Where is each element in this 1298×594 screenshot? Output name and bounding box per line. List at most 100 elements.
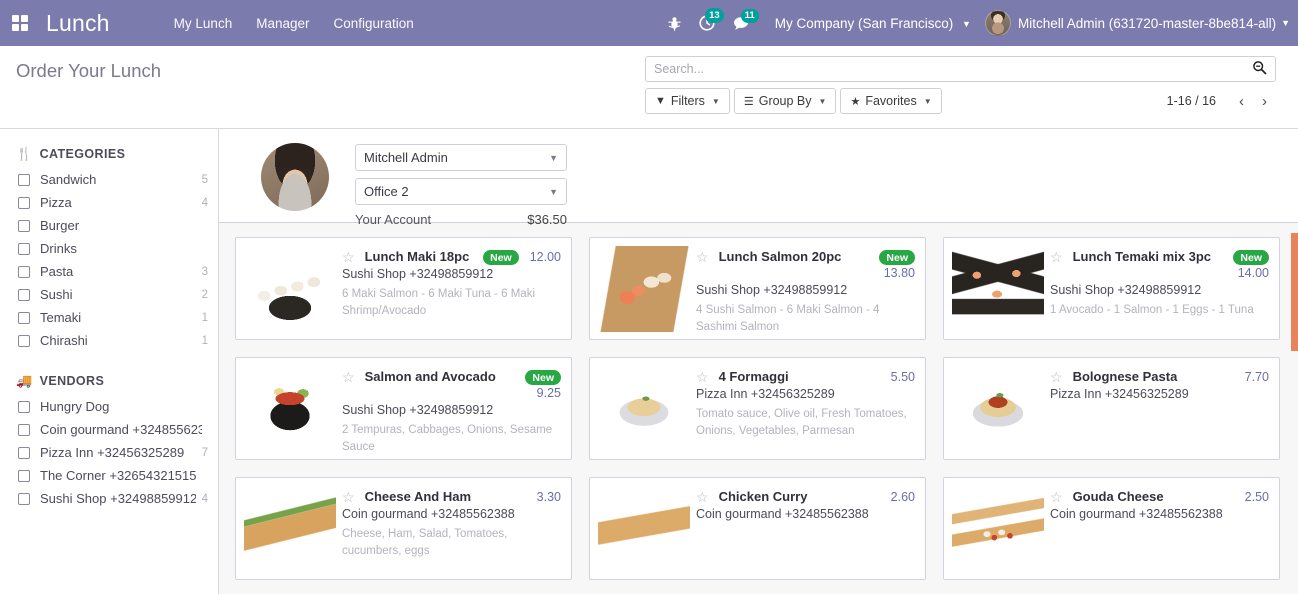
menu-item-my-lunch[interactable]: My Lunch — [162, 10, 245, 37]
product-title-row: ☆ Chicken Curry 2.60 — [696, 489, 915, 505]
product-name: Lunch Salmon 20pc — [718, 249, 842, 264]
favorite-star-icon[interactable]: ☆ — [1050, 369, 1063, 385]
company-name-label: My Company (San Francisco) — [774, 15, 954, 31]
favorite-star-icon[interactable]: ☆ — [342, 369, 355, 385]
sidebar-item-pasta[interactable]: Pasta 3 — [0, 260, 218, 283]
chevron-left-icon[interactable]: ‹ — [1230, 93, 1253, 110]
product-name: Cheese And Ham — [364, 489, 471, 504]
checkbox-icon[interactable] — [18, 492, 30, 505]
avatar — [261, 143, 329, 211]
activities-menu[interactable]: 13 — [690, 8, 724, 31]
sidebar-item-pizza[interactable]: Pizza 4 — [0, 191, 218, 214]
checkbox-icon[interactable] — [18, 242, 30, 255]
menu-item-configuration[interactable]: Configuration — [322, 10, 426, 37]
gouda-sandwich-photo — [952, 486, 1044, 572]
product-card-cheese-and-ham[interactable]: ☆ Cheese And Ham 3.30 Coin gourmand +324… — [235, 477, 572, 580]
search-input[interactable] — [654, 62, 1252, 76]
sidebar-item-label: Sandwich — [40, 172, 97, 187]
checkbox-icon[interactable] — [18, 196, 30, 209]
product-card-bolognese-pasta[interactable]: ☆ Bolognese Pasta 7.70 Pizza Inn +324563… — [943, 357, 1280, 460]
menu-item-manager[interactable]: Manager — [244, 10, 321, 37]
temaki-cones-photo — [952, 246, 1044, 332]
sidebar-item-count: 5 — [201, 173, 208, 186]
account-balance-value: $36.50 — [527, 212, 567, 227]
favorite-star-icon[interactable]: ☆ — [696, 249, 709, 265]
product-card-4-formaggi[interactable]: ☆ 4 Formaggi 5.50 Pizza Inn +32456325289… — [589, 357, 926, 460]
user-select[interactable]: Mitchell Admin ▼ — [355, 144, 567, 171]
checkbox-icon[interactable] — [18, 288, 30, 301]
checkbox-icon[interactable] — [18, 423, 30, 436]
product-card-lunch-salmon-20pc[interactable]: ☆ Lunch Salmon 20pc New 13.80 Sushi Shop… — [589, 237, 926, 340]
location-select-value: Office 2 — [364, 184, 409, 199]
checkbox-icon[interactable] — [18, 173, 30, 186]
checkbox-icon[interactable] — [18, 400, 30, 413]
user-menu[interactable]: Mitchell Admin (631720-master-8be814-all… — [981, 10, 1290, 36]
filters-button[interactable]: ▼ Filters ▼ — [645, 88, 730, 114]
groupby-button[interactable]: ☰ Group By ▼ — [733, 88, 837, 114]
pager-range: 1-16 / 16 — [1166, 94, 1216, 108]
navbar-right-tools: 13 11 My Company (San Francisco) ▼ Mitch… — [659, 8, 1298, 36]
product-name: Gouda Cheese — [1072, 489, 1164, 504]
checkbox-icon[interactable] — [18, 334, 30, 347]
sidebar-item-label: Pizza Inn +32456325289 — [40, 445, 185, 460]
sidebar-item-pizza-inn[interactable]: Pizza Inn +32456325289 7 — [0, 441, 218, 464]
search-icon[interactable] — [1252, 60, 1267, 78]
sidebar-item-burger[interactable]: Burger — [0, 214, 218, 237]
sidebar-item-sushi-shop[interactable]: Sushi Shop +32498859912 4 — [0, 487, 218, 510]
categories-title: CATEGORIES — [39, 147, 126, 161]
top-navbar: Lunch My Lunch Manager Configuration 13 — [0, 0, 1298, 46]
checkbox-icon[interactable] — [18, 219, 30, 232]
vertical-scrollbar[interactable] — [1291, 223, 1298, 594]
bug-icon[interactable] — [659, 16, 690, 31]
product-title-row: ☆ Lunch Maki 18pc New 12.00 — [342, 249, 561, 265]
product-description: Cheese, Ham, Salad, Tomatoes, cucumbers,… — [342, 528, 508, 557]
favorite-star-icon[interactable]: ☆ — [342, 249, 355, 265]
star-icon: ★ — [850, 95, 861, 108]
product-card-salmon-and-avocado[interactable]: ☆ Salmon and Avocado New 9.25 Sushi Shop… — [235, 357, 572, 460]
sidebar-item-temaki[interactable]: Temaki 1 — [0, 306, 218, 329]
groupby-label: Group By — [758, 94, 812, 108]
sidebar-item-sushi[interactable]: Sushi 2 — [0, 283, 218, 306]
favorites-button[interactable]: ★ Favorites ▼ — [840, 88, 942, 114]
sidebar-item-sandwich[interactable]: Sandwich 5 — [0, 168, 218, 191]
favorite-star-icon[interactable]: ☆ — [1050, 249, 1063, 265]
sidebar-item-the-corner[interactable]: The Corner +32654321515 — [0, 464, 218, 487]
product-row: ☆ Salmon and Avocado New 9.25 Sushi Shop… — [235, 357, 1280, 460]
favorite-star-icon[interactable]: ☆ — [1050, 489, 1063, 505]
chevron-right-icon[interactable]: › — [1253, 93, 1276, 110]
checkbox-icon[interactable] — [18, 469, 30, 482]
product-grid: ☆ Lunch Maki 18pc New 12.00 Sushi Shop +… — [219, 223, 1298, 594]
location-select[interactable]: Office 2 ▼ — [355, 178, 567, 205]
checkbox-icon[interactable] — [18, 311, 30, 324]
product-title-row: ☆ Lunch Salmon 20pc New 13.80 — [696, 249, 915, 281]
search-bar[interactable] — [645, 56, 1276, 82]
favorite-star-icon[interactable]: ☆ — [696, 489, 709, 505]
scrollbar-thumb[interactable] — [1291, 233, 1298, 351]
sidebar-item-coin-gourmand[interactable]: Coin gourmand +32485562388 — [0, 418, 218, 441]
product-title-row: ☆ Cheese And Ham 3.30 — [342, 489, 561, 505]
new-badge: New — [483, 250, 519, 265]
product-card-chicken-curry[interactable]: ☆ Chicken Curry 2.60 Coin gourmand +3248… — [589, 477, 926, 580]
company-switcher[interactable]: My Company (San Francisco) ▼ — [759, 16, 981, 31]
new-badge: New — [525, 370, 561, 385]
curry-sandwich-photo — [598, 486, 690, 572]
product-card-lunch-maki-18pc[interactable]: ☆ Lunch Maki 18pc New 12.00 Sushi Shop +… — [235, 237, 572, 340]
favorite-star-icon[interactable]: ☆ — [342, 489, 355, 505]
sidebar-section-categories: 🍴 CATEGORIES — [0, 143, 218, 168]
sidebar-item-chirashi[interactable]: Chirashi 1 — [0, 329, 218, 352]
apps-menu-button[interactable] — [0, 0, 40, 46]
sidebar-item-hungry-dog[interactable]: Hungry Dog — [0, 395, 218, 418]
product-card-lunch-temaki-mix-3pc[interactable]: ☆ Lunch Temaki mix 3pc New 14.00 Sushi S… — [943, 237, 1280, 340]
checkbox-icon[interactable] — [18, 265, 30, 278]
main-menu: My Lunch Manager Configuration — [162, 10, 426, 37]
cutlery-icon: 🍴 — [16, 146, 33, 161]
sidebar-item-drinks[interactable]: Drinks — [0, 237, 218, 260]
checkbox-icon[interactable] — [18, 446, 30, 459]
product-card-gouda-cheese[interactable]: ☆ Gouda Cheese 2.50 Coin gourmand +32485… — [943, 477, 1280, 580]
product-vendor: Coin gourmand +32485562388 — [696, 507, 869, 521]
favorite-star-icon[interactable]: ☆ — [696, 369, 709, 385]
app-brand-lunch[interactable]: Lunch — [46, 10, 110, 37]
sidebar-item-label: The Corner +32654321515 — [40, 468, 197, 483]
messaging-menu[interactable]: 11 — [724, 8, 759, 31]
list-bars-icon: ☰ — [743, 95, 754, 108]
